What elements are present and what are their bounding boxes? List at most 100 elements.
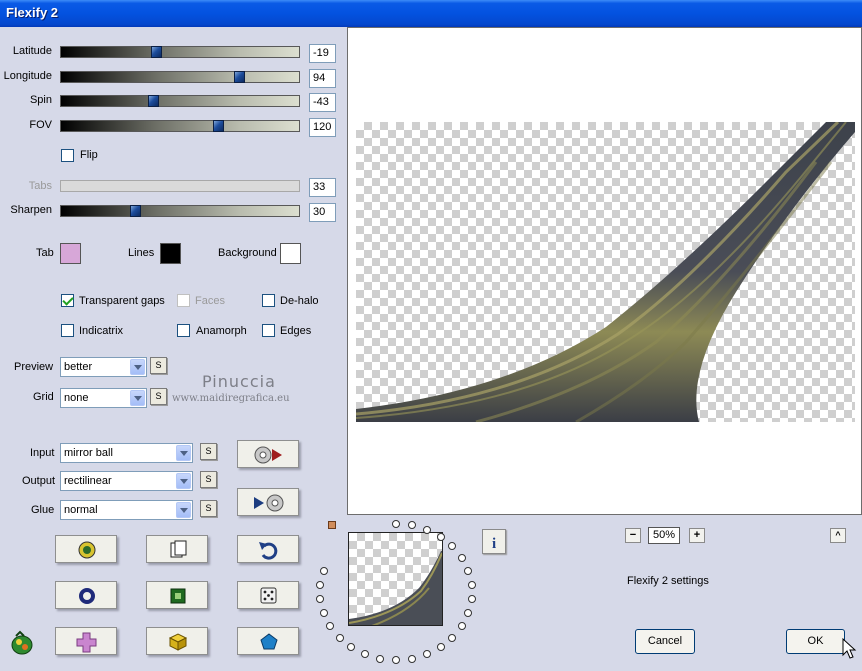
- slider-thumb[interactable]: [130, 205, 141, 217]
- chevron-down-icon[interactable]: [176, 502, 191, 518]
- navigator-dot[interactable]: [319, 609, 328, 617]
- output-play-button[interactable]: [237, 488, 299, 516]
- output-s-button[interactable]: S: [200, 471, 217, 488]
- square-icon: [170, 588, 186, 604]
- circle-icon: [79, 588, 95, 604]
- dice-button[interactable]: [237, 581, 299, 609]
- chevron-down-icon[interactable]: [176, 445, 191, 461]
- spin-slider[interactable]: [60, 95, 300, 107]
- glue-select[interactable]: normal: [60, 500, 193, 520]
- plus-shape-button[interactable]: [55, 627, 117, 655]
- slider-thumb[interactable]: [148, 95, 159, 107]
- indicatrix-checkbox[interactable]: [61, 324, 74, 337]
- preview-quality-select[interactable]: better: [60, 357, 147, 377]
- latitude-slider[interactable]: [60, 46, 300, 58]
- input-s-button[interactable]: S: [200, 443, 217, 460]
- output-label: Output: [22, 475, 56, 487]
- undo-button[interactable]: [237, 535, 299, 563]
- random-icon: [78, 541, 96, 559]
- collapse-button[interactable]: ^: [830, 528, 846, 543]
- anamorph-checkbox[interactable]: [177, 324, 190, 337]
- navigator-dot[interactable]: [376, 654, 385, 663]
- sharpen-value[interactable]: 30: [309, 203, 336, 222]
- pentagon-button[interactable]: [237, 627, 299, 655]
- spin-label: Spin: [29, 94, 52, 106]
- slider-thumb[interactable]: [151, 46, 162, 58]
- input-play-icon: [254, 446, 282, 464]
- lines-color-swatch[interactable]: [160, 243, 181, 264]
- ok-button[interactable]: OK: [786, 629, 845, 654]
- fov-label: FOV: [29, 119, 52, 131]
- grid-label: Grid: [33, 391, 54, 403]
- background-color-swatch[interactable]: [280, 243, 301, 264]
- navigator-dot[interactable]: [436, 532, 445, 541]
- grid-s-button[interactable]: S: [150, 388, 167, 405]
- watermark-title: Pinuccia: [202, 372, 276, 391]
- output-select[interactable]: rectilinear: [60, 471, 193, 491]
- info-button[interactable]: i: [482, 529, 506, 554]
- mouse-cursor-icon: [842, 638, 857, 659]
- longitude-label: Longitude: [3, 70, 52, 82]
- navigator-dot[interactable]: [392, 656, 400, 664]
- edges-checkbox[interactable]: [262, 324, 275, 337]
- pentagon-icon: [260, 633, 278, 650]
- zoom-out-button[interactable]: −: [625, 528, 641, 543]
- transparent-gaps-checkbox[interactable]: [61, 294, 74, 307]
- svg-text:i: i: [492, 536, 496, 552]
- longitude-slider[interactable]: [60, 71, 300, 83]
- zoom-in-button[interactable]: +: [689, 528, 705, 543]
- spin-value[interactable]: -43: [309, 93, 336, 112]
- circle-button[interactable]: [55, 581, 117, 609]
- output-play-icon: [254, 494, 284, 512]
- slider-thumb[interactable]: [213, 120, 224, 132]
- navigator-dot[interactable]: [467, 595, 476, 604]
- navigator-dot[interactable]: [457, 622, 466, 630]
- grid-select[interactable]: none: [60, 388, 147, 408]
- lines-color-label: Lines: [128, 247, 155, 259]
- square-button[interactable]: [146, 581, 208, 609]
- longitude-value[interactable]: 94: [309, 69, 336, 88]
- glue-label: Glue: [31, 504, 55, 516]
- background-color-label: Background: [218, 247, 277, 259]
- navigator-dot[interactable]: [422, 650, 431, 659]
- chevron-down-icon[interactable]: [176, 473, 191, 489]
- navigator-handle[interactable]: [328, 521, 336, 529]
- preview-canvas: [355, 120, 855, 424]
- faces-checkbox: [177, 294, 190, 307]
- random-button[interactable]: [55, 535, 117, 563]
- navigator-dot[interactable]: [436, 643, 445, 651]
- chevron-down-icon[interactable]: [130, 359, 145, 375]
- navigator-dot[interactable]: [335, 633, 344, 642]
- input-select[interactable]: mirror ball: [60, 443, 193, 463]
- copy-button[interactable]: [146, 535, 208, 563]
- faces-label: Faces: [195, 295, 225, 307]
- cube-icon: [168, 633, 188, 651]
- preview-s-button[interactable]: S: [150, 357, 167, 374]
- fov-value[interactable]: 120: [309, 118, 336, 137]
- navigator-dot[interactable]: [422, 525, 431, 534]
- flip-checkbox[interactable]: [61, 149, 74, 162]
- navigator-dot[interactable]: [392, 520, 400, 528]
- latitude-value[interactable]: -19: [309, 44, 336, 63]
- main-preview[interactable]: [347, 27, 862, 515]
- chevron-down-icon[interactable]: [130, 390, 145, 406]
- edges-label: Edges: [280, 325, 312, 337]
- tab-color-swatch[interactable]: [60, 243, 81, 264]
- navigator-dot[interactable]: [319, 566, 328, 575]
- thumbnail-preview[interactable]: [348, 532, 443, 626]
- input-label: Input: [30, 447, 55, 459]
- sharpen-slider[interactable]: [60, 205, 300, 217]
- fov-slider[interactable]: [60, 120, 300, 132]
- input-play-button[interactable]: [237, 440, 299, 468]
- dehalo-label: De-halo: [280, 295, 319, 307]
- cube-button[interactable]: [146, 627, 208, 655]
- grid-value: none: [64, 392, 89, 404]
- slider-thumb[interactable]: [234, 71, 245, 83]
- glue-s-button[interactable]: S: [200, 500, 217, 517]
- cancel-button[interactable]: Cancel: [635, 629, 695, 654]
- dice-icon: [260, 587, 277, 604]
- navigator-dot[interactable]: [457, 554, 466, 562]
- dehalo-checkbox[interactable]: [262, 294, 275, 307]
- navigator-dot[interactable]: [407, 654, 416, 663]
- navigator-dot[interactable]: [467, 580, 476, 589]
